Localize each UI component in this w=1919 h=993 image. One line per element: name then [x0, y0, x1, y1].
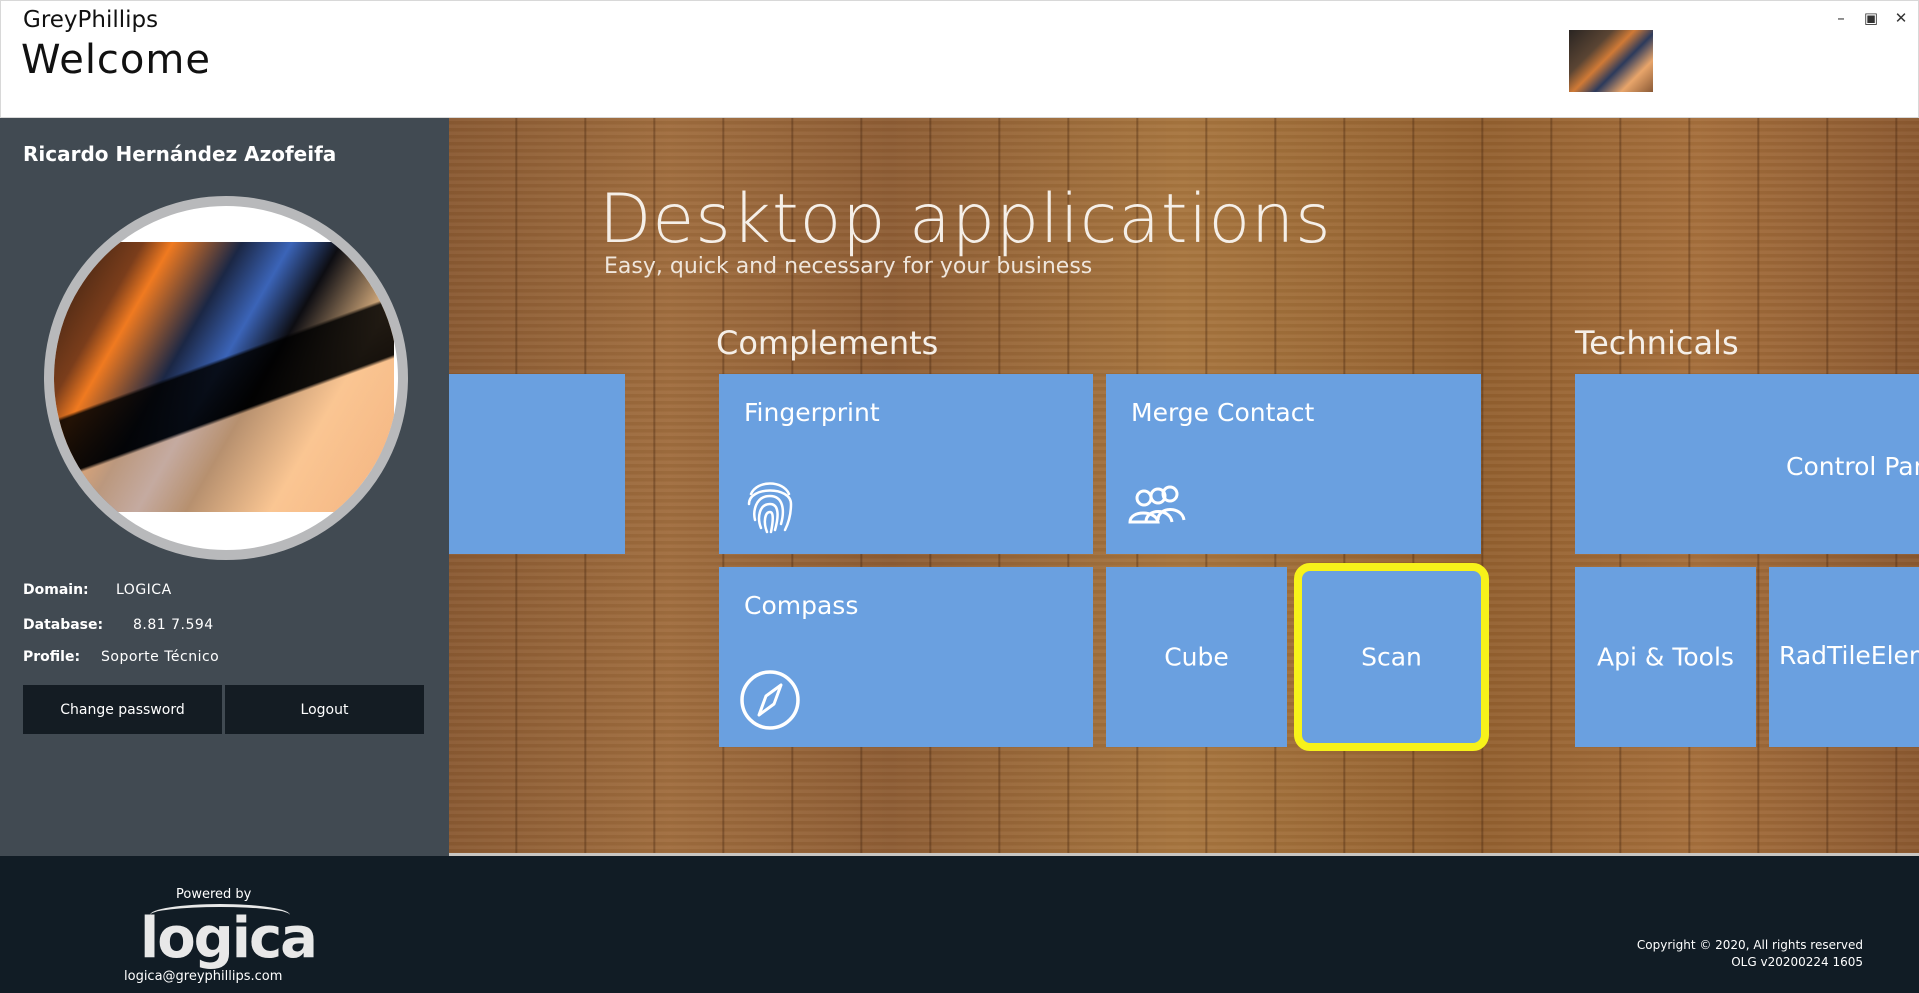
- title-bar: GreyPhillips Welcome – ▣ ✕: [0, 0, 1919, 118]
- domain-value: LOGICA: [116, 582, 172, 598]
- copyright-block: Copyright © 2020, All rights reserved OL…: [1637, 937, 1863, 971]
- database-label: Database:: [23, 617, 104, 633]
- footer-email: logica@greyphillips.com: [124, 969, 283, 984]
- app-name: GreyPhillips: [23, 7, 159, 33]
- logout-button[interactable]: Logout: [225, 685, 424, 734]
- tile-cube[interactable]: Cube: [1106, 567, 1287, 747]
- tile-compass-label: Compass: [744, 591, 859, 620]
- tile-fingerprint-label: Fingerprint: [744, 398, 880, 427]
- desktop-applications-panel[interactable]: Desktop applications Easy, quick and nec…: [449, 118, 1919, 856]
- database-value: 8.81 7.594: [133, 617, 214, 633]
- maximize-button[interactable]: ▣: [1862, 9, 1880, 27]
- tile-scan[interactable]: Scan: [1294, 563, 1489, 751]
- avatar-photo: [54, 242, 394, 512]
- window-controls: – ▣ ✕: [1832, 9, 1910, 27]
- compass-icon: [740, 670, 800, 730]
- profile-label: Profile:: [23, 649, 81, 665]
- tile-cube-label: Cube: [1164, 642, 1229, 672]
- footer: Powered by logica logica@greyphillips.co…: [0, 856, 1919, 993]
- powered-by-text: Powered by: [176, 887, 252, 902]
- user-name: Ricardo Hernández Azofeifa: [23, 142, 337, 166]
- profile-row: Profile: Soporte Técnico: [23, 649, 219, 665]
- tile-partial-left[interactable]: [449, 374, 625, 554]
- tile-api-tools-label: Api & Tools: [1597, 642, 1734, 672]
- minimize-button[interactable]: –: [1832, 9, 1850, 27]
- change-password-button[interactable]: Change password: [23, 685, 222, 734]
- tile-scan-label: Scan: [1361, 642, 1422, 672]
- tile-compass[interactable]: Compass: [719, 567, 1093, 747]
- tile-fingerprint[interactable]: Fingerprint: [719, 374, 1093, 554]
- section-subtitle: Easy, quick and necessary for your busin…: [604, 254, 1093, 279]
- close-button[interactable]: ✕: [1892, 9, 1910, 27]
- fingerprint-icon: [747, 482, 793, 534]
- avatar: [44, 196, 408, 560]
- tile-radtileelement-label: RadTileEleme: [1779, 641, 1919, 670]
- version-text: OLG v20200224 1605: [1731, 955, 1863, 969]
- header-user-thumbnail: [1569, 30, 1653, 92]
- section-title: Desktop applications: [599, 180, 1332, 259]
- tile-control-panel[interactable]: Control Pane: [1575, 374, 1919, 554]
- tile-control-panel-label: Control Pane: [1786, 452, 1919, 481]
- tile-radtileelement[interactable]: RadTileEleme: [1769, 567, 1919, 747]
- group-title-technicals: Technicals: [1575, 324, 1739, 362]
- tile-merge-contact-label: Merge Contact: [1131, 398, 1315, 427]
- users-icon: [1128, 485, 1186, 524]
- domain-row: Domain: LOGICA: [23, 582, 172, 598]
- tile-merge-contact[interactable]: Merge Contact: [1106, 374, 1481, 554]
- page-title: Welcome: [21, 37, 211, 83]
- tile-api-tools[interactable]: Api & Tools: [1575, 567, 1756, 747]
- user-sidebar: Ricardo Hernández Azofeifa Domain: LOGICA…: [0, 118, 449, 856]
- logica-logo: logica: [140, 906, 318, 971]
- copyright-text: Copyright © 2020, All rights reserved: [1636, 938, 1863, 952]
- database-row: Database: 8.81 7.594: [23, 617, 214, 633]
- domain-label: Domain:: [23, 582, 89, 598]
- group-title-complements: Complements: [716, 324, 939, 362]
- profile-value: Soporte Técnico: [101, 649, 220, 665]
